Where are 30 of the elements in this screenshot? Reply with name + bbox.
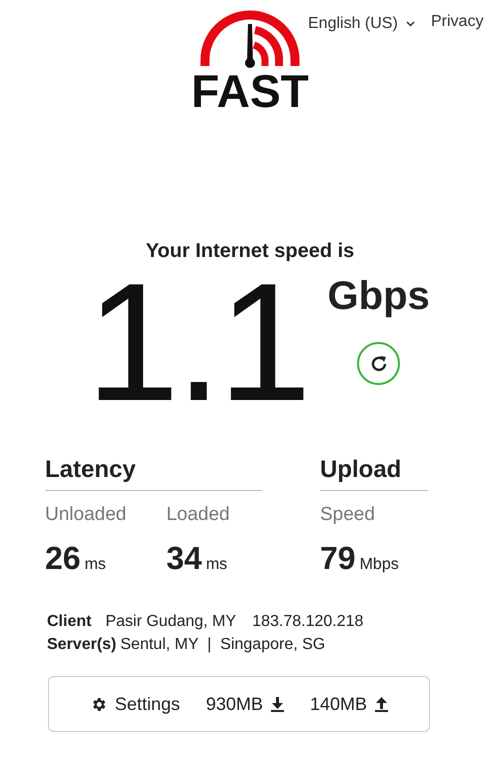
metric-label: Unloaded xyxy=(45,505,126,524)
metric-unit: ms xyxy=(206,557,228,573)
speed-unit: Gbps xyxy=(328,276,430,316)
metric-unit: ms xyxy=(84,557,106,573)
speedometer-icon xyxy=(199,8,301,70)
metric-value: 26 xyxy=(45,542,81,574)
upload-size: 140MB xyxy=(310,692,368,716)
latency-title: Latency xyxy=(45,458,262,491)
download-icon xyxy=(271,696,284,712)
client-location: Pasir Gudang, MY xyxy=(105,612,236,632)
download-size: 930MB xyxy=(206,692,264,716)
client-label: Client xyxy=(47,612,92,632)
metric-value: 79 xyxy=(320,542,356,574)
language-selector[interactable]: English (US) xyxy=(308,12,415,36)
refresh-button[interactable] xyxy=(357,342,400,385)
upload-title: Upload xyxy=(320,458,428,491)
speed-heading: Your Internet speed is xyxy=(146,239,354,264)
metric-label: Speed xyxy=(320,505,376,524)
speed-value: 1.1 xyxy=(86,272,308,412)
metric-label: Loaded xyxy=(166,505,230,524)
settings-button[interactable]: Settings xyxy=(90,690,180,718)
metric-unit: Mbps xyxy=(360,557,399,573)
server-label: Server(s) xyxy=(47,635,116,655)
metric-value: 34 xyxy=(166,542,202,574)
client-ip: 183.78.120.218 xyxy=(252,612,364,632)
server-list: Sentul, MY | Singapore, SG xyxy=(120,633,326,656)
logo-text: FAST xyxy=(191,68,309,114)
upload-icon xyxy=(375,696,388,712)
chevron-down-icon xyxy=(406,21,415,27)
privacy-link[interactable]: Privacy xyxy=(431,10,484,34)
